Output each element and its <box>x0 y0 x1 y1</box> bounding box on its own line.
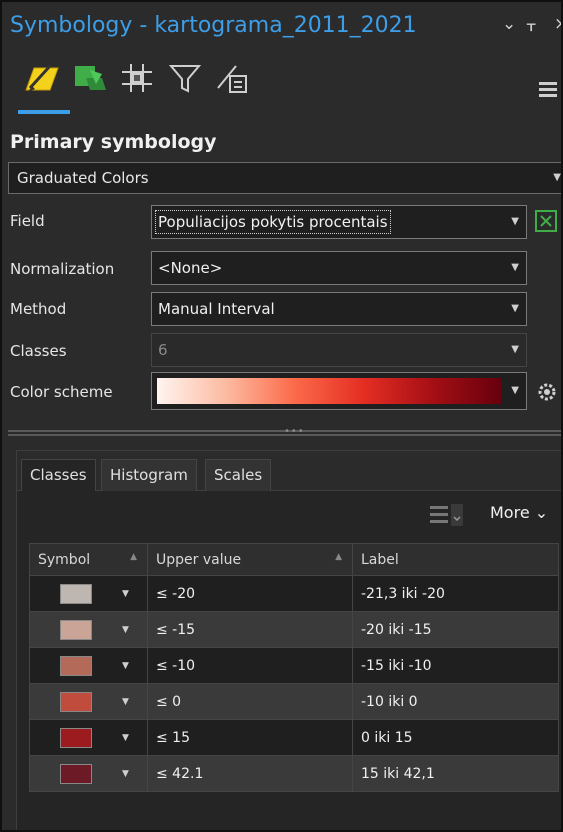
label-cell[interactable]: -10 iki 0 <box>352 683 559 720</box>
column-header-upper-value[interactable]: Upper value ▲ <box>147 543 353 576</box>
primary-symbology-heading: Primary symbology <box>10 131 217 153</box>
symbol-cell[interactable]: ▼ <box>29 575 148 612</box>
color-ramp <box>157 378 501 404</box>
table-row[interactable]: ▼ ≤ -10 -15 iki -10 <box>29 647 559 684</box>
chevron-down-icon: ▼ <box>511 262 519 273</box>
table-row[interactable]: ▼ ≤ 15 0 iki 15 <box>29 719 559 756</box>
upper-value-cell[interactable]: ≤ -15 <box>147 611 353 648</box>
close-icon[interactable]: × <box>554 14 561 34</box>
label-cell[interactable]: -21,3 iki -20 <box>352 575 559 612</box>
color-scheme-dropdown[interactable]: ▼ <box>151 372 527 410</box>
symbol-swatch[interactable] <box>60 619 92 640</box>
chevron-down-icon: ▼ <box>511 344 519 355</box>
method-dropdown[interactable]: Manual Interval ▼ <box>151 292 527 326</box>
upper-value-cell[interactable]: ≤ 42.1 <box>147 755 353 792</box>
normalization-label: Normalization <box>10 260 115 278</box>
table-header-row: Symbol ▲ Upper value ▲ Label <box>29 543 559 576</box>
symbology-pane: Symbology - kartograma_2011_2021 ⌄ ᚁ × <box>0 0 563 832</box>
tab-strip: Classes Histogram Scales <box>17 451 561 491</box>
splitter-grip[interactable]: ••• <box>284 426 305 437</box>
chevron-down-icon[interactable]: ▼ <box>122 661 129 671</box>
field-dropdown[interactable]: Populiacijos pokytis procentais ▼ <box>151 205 527 239</box>
primary-symbology-icon[interactable] <box>24 60 62 96</box>
table-row[interactable]: ▼ ≤ -15 -20 iki -15 <box>29 611 559 648</box>
chevron-down-icon: ▼ <box>511 303 519 314</box>
symbol-cell[interactable]: ▼ <box>29 683 148 720</box>
symbol-cell[interactable]: ▼ <box>29 719 148 756</box>
list-view-icon[interactable] <box>429 503 465 527</box>
tab-classes[interactable]: Classes <box>21 459 96 491</box>
symbol-swatch[interactable] <box>60 655 92 676</box>
symbology-toolbar <box>2 52 561 124</box>
classes-panel: Classes Histogram Scales More ⌄ Symbol ▲ … <box>16 450 561 830</box>
upper-value-cell[interactable]: ≤ 0 <box>147 683 353 720</box>
label-cell[interactable]: 0 iki 15 <box>352 719 559 756</box>
table-row[interactable]: ▼ ≤ 0 -10 iki 0 <box>29 683 559 720</box>
method-label: Method <box>10 300 67 318</box>
classes-value: 6 <box>158 341 168 359</box>
chevron-down-icon[interactable]: ▼ <box>122 697 129 707</box>
renderer-value: Graduated Colors <box>17 169 149 187</box>
label-cell[interactable]: 15 iki 42,1 <box>352 755 559 792</box>
chevron-down-icon[interactable]: ▼ <box>122 589 129 599</box>
table-row[interactable]: ▼ ≤ 42.1 15 iki 42,1 <box>29 755 559 792</box>
gear-icon[interactable] <box>534 379 560 405</box>
color-scheme-label: Color scheme <box>10 383 113 401</box>
active-tab-indicator <box>18 110 70 114</box>
pin-icon[interactable]: ᚁ <box>527 14 535 34</box>
table-row[interactable]: ▼ ≤ -20 -21,3 iki -20 <box>29 575 559 612</box>
chevron-down-icon: ▼ <box>553 172 561 183</box>
symbol-cell[interactable]: ▼ <box>29 611 148 648</box>
upper-value-cell[interactable]: ≤ -20 <box>147 575 353 612</box>
sort-icon: ▲ <box>335 551 342 562</box>
symbol-swatch[interactable] <box>60 727 92 748</box>
chevron-down-icon[interactable]: ▼ <box>122 769 129 779</box>
classes-label: Classes <box>10 342 67 360</box>
classes-dropdown[interactable]: 6 ▼ <box>151 333 527 367</box>
chevron-down-icon: ▼ <box>511 216 519 227</box>
upper-value-cell[interactable]: ≤ 15 <box>147 719 353 756</box>
field-label: Field <box>10 212 45 230</box>
options-dropdown-icon[interactable]: ⌄ <box>502 14 516 34</box>
symbol-layer-drawing-icon[interactable] <box>214 60 252 96</box>
renderer-dropdown[interactable]: Graduated Colors ▼ <box>8 162 561 194</box>
symbol-cell[interactable]: ▼ <box>29 647 148 684</box>
chevron-down-icon: ▼ <box>511 385 519 396</box>
vary-symbology-icon[interactable] <box>72 60 110 96</box>
tab-histogram[interactable]: Histogram <box>101 459 197 491</box>
title-bar: Symbology - kartograma_2011_2021 ⌄ ᚁ × <box>2 2 561 52</box>
chevron-down-icon[interactable]: ▼ <box>122 733 129 743</box>
expression-icon[interactable] <box>535 210 557 232</box>
filter-icon[interactable] <box>167 60 205 96</box>
sort-icon: ▲ <box>130 551 137 562</box>
pane-title: Symbology - kartograma_2011_2021 <box>10 13 417 38</box>
label-classes-icon[interactable] <box>119 60 157 96</box>
tab-scales[interactable]: Scales <box>205 459 272 491</box>
menu-icon[interactable] <box>539 82 557 100</box>
normalization-value: <None> <box>158 259 223 277</box>
classes-table: Symbol ▲ Upper value ▲ Label ▼ ≤ -20 -21,3 i… <box>29 543 559 792</box>
upper-value-cell[interactable]: ≤ -10 <box>147 647 353 684</box>
symbol-swatch[interactable] <box>60 691 92 712</box>
column-header-label[interactable]: Label <box>352 543 559 576</box>
symbol-swatch[interactable] <box>60 763 92 784</box>
field-value: Populiacijos pokytis procentais <box>155 210 391 234</box>
method-value: Manual Interval <box>158 300 275 318</box>
label-cell[interactable]: -20 iki -15 <box>352 611 559 648</box>
column-header-symbol[interactable]: Symbol ▲ <box>29 543 148 576</box>
symbol-swatch[interactable] <box>60 583 92 604</box>
symbol-cell[interactable]: ▼ <box>29 755 148 792</box>
more-menu-button[interactable]: More ⌄ <box>490 503 548 522</box>
normalization-dropdown[interactable]: <None> ▼ <box>151 251 527 285</box>
chevron-down-icon[interactable]: ▼ <box>122 625 129 635</box>
label-cell[interactable]: -15 iki -10 <box>352 647 559 684</box>
